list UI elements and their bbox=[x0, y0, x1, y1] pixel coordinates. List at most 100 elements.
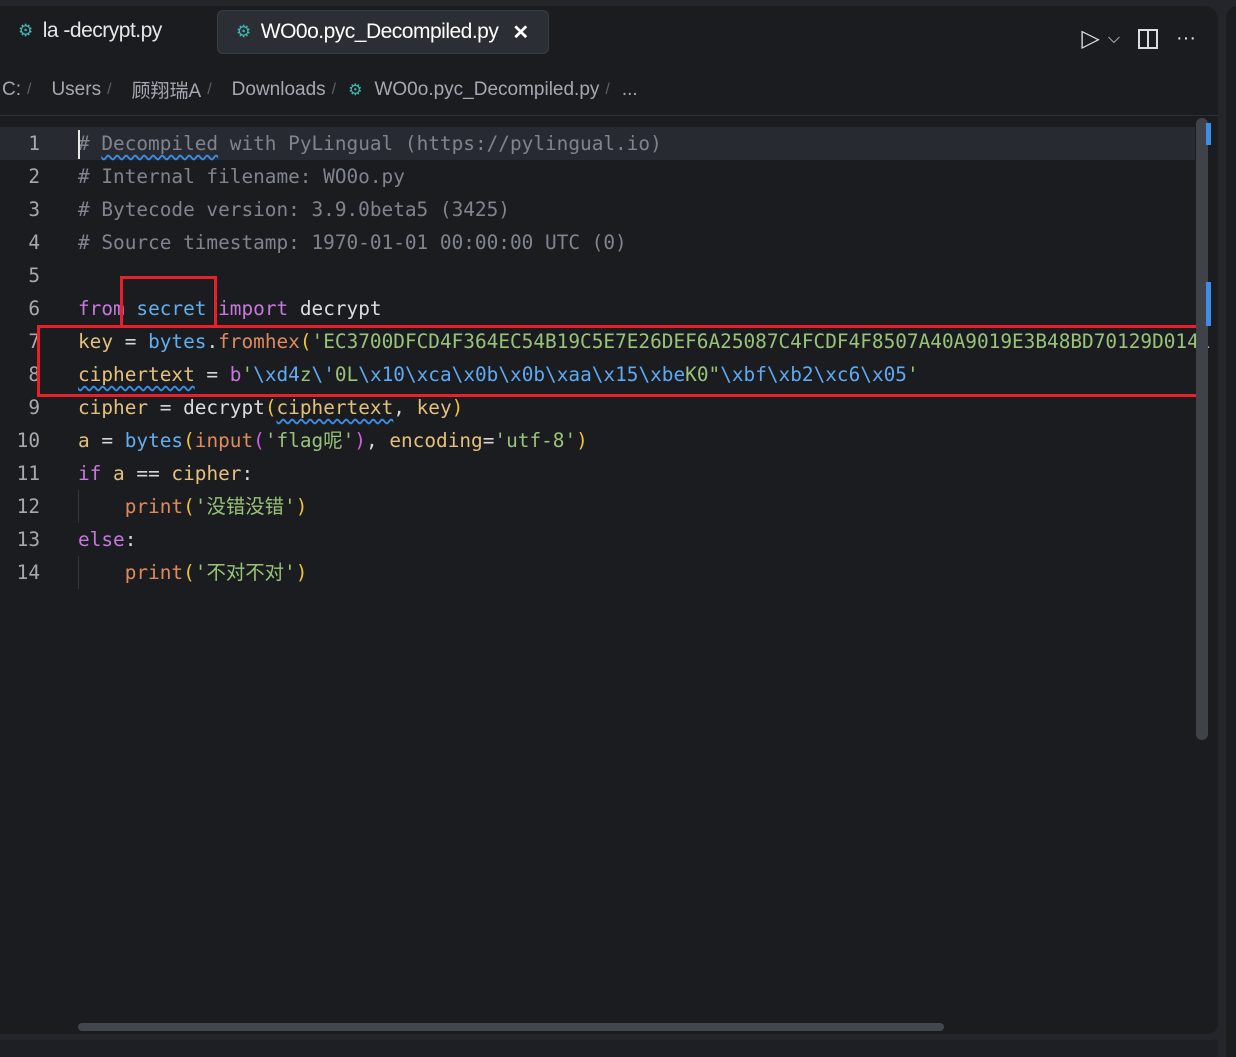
code-token: fromhex bbox=[218, 330, 300, 353]
code-token: : bbox=[241, 462, 254, 485]
code-line[interactable]: 6 from secret import decrypt bbox=[0, 292, 1195, 325]
code-token: b bbox=[229, 363, 242, 386]
text-cursor bbox=[78, 130, 80, 159]
code-text: # Internal filename: WO0o.py bbox=[78, 160, 405, 193]
code-line[interactable]: 8 ciphertext = b'\xd4z\'0L\x10\xca\x0b\x0… bbox=[0, 358, 1195, 391]
code-token: \xbf\xb2\xc6\x05 bbox=[720, 363, 907, 386]
code-token: encoding bbox=[389, 429, 483, 452]
code-token: ) bbox=[354, 429, 366, 452]
code-token: print bbox=[124, 561, 184, 584]
code-token: a bbox=[101, 462, 137, 485]
code-token: bytes bbox=[124, 429, 184, 452]
code-token: ) bbox=[295, 561, 308, 584]
line-number: 6 bbox=[28, 297, 40, 320]
chevron-down-icon[interactable]: ⌵ bbox=[1108, 30, 1120, 48]
breadcrumb-item[interactable]: 顾翔瑞A bbox=[132, 76, 202, 103]
code-line[interactable]: 3 # Bytecode version: 3.9.0beta5 (3425) bbox=[0, 193, 1195, 226]
run-icon[interactable]: ▷ bbox=[1081, 24, 1099, 53]
code-line[interactable]: 9 cipher = decrypt(ciphertext, key) bbox=[0, 391, 1195, 424]
code-token: cipher bbox=[171, 462, 242, 485]
code-token: ) bbox=[451, 396, 464, 419]
code-token: # Bytecode version: 3.9.0beta5 (3425) bbox=[78, 198, 510, 221]
code-token: ) bbox=[650, 132, 662, 155]
divider bbox=[0, 115, 1218, 116]
code-token: 0L bbox=[334, 363, 359, 386]
code-line[interactable]: 13 else: bbox=[0, 523, 1195, 556]
code-token: Decompiled bbox=[101, 132, 219, 155]
code-line[interactable]: 2 # Internal filename: WO0o.py bbox=[0, 160, 1195, 193]
code-token: secret bbox=[136, 297, 207, 320]
tab-wo0o-decompiled[interactable]: ⚙ WO0o.pyc_Decompiled.py ✕ bbox=[217, 10, 549, 54]
code-token: = bbox=[113, 330, 149, 353]
line-number: 5 bbox=[28, 264, 40, 287]
code-token: with PyLingual ( bbox=[218, 132, 417, 155]
breadcrumb: C: / Users / 顾翔瑞A / Downloads / ⚙ WO0o.pyc_D… bbox=[2, 76, 638, 103]
code-token: decrypt bbox=[288, 297, 382, 320]
code-text: ciphertext = b'\xd4z\'0L\x10\xca\x0b\x0b… bbox=[78, 358, 919, 391]
code-token: decrypt bbox=[183, 396, 265, 419]
code-token: ciphertext bbox=[276, 396, 394, 419]
code-text: from secret import decrypt bbox=[78, 292, 382, 325]
code-token: ' bbox=[241, 363, 254, 386]
line-number: 8 bbox=[28, 363, 40, 386]
breadcrumb-item[interactable]: Users bbox=[51, 79, 101, 101]
code-token: = bbox=[194, 363, 230, 386]
code-token: K0" bbox=[685, 363, 721, 386]
code-token: \x10\xca\x0b\x0b\xaa\x15\xbe bbox=[358, 363, 686, 386]
tab-la-decrypt[interactable]: ⚙ la -decrypt.py bbox=[0, 10, 162, 52]
line-number: 14 bbox=[16, 561, 40, 584]
python-icon: ⚙ bbox=[236, 22, 251, 41]
line-number: 4 bbox=[28, 231, 40, 254]
breadcrumb-item[interactable]: ... bbox=[622, 79, 638, 101]
code-token: if bbox=[78, 462, 102, 485]
line-number: 12 bbox=[16, 495, 40, 518]
code-line[interactable]: 4 # Source timestamp: 1970-01-01 00:00:00… bbox=[0, 226, 1195, 259]
code-token: # Source timestamp: 1970-01-01 00:00:00 … bbox=[78, 231, 627, 254]
code-token: = bbox=[89, 429, 125, 452]
code-token: import bbox=[218, 297, 289, 320]
python-icon: ⚙ bbox=[18, 21, 33, 40]
code-token: bytes bbox=[148, 330, 207, 353]
code-token: https://pylingual.io bbox=[416, 132, 651, 155]
breadcrumb-item[interactable]: C: bbox=[2, 79, 21, 101]
more-icon[interactable]: ··· bbox=[1176, 27, 1196, 50]
code-token: key bbox=[78, 330, 114, 353]
scrollbar-marker bbox=[1206, 123, 1211, 145]
code-token: '没错没错' bbox=[194, 495, 296, 518]
code-text: print('没错没错') bbox=[78, 490, 308, 523]
code-line[interactable]: 10 a = bytes(input('flag呢'), encoding='ut… bbox=[0, 424, 1195, 457]
code-token: , bbox=[365, 429, 390, 452]
code-token: ( bbox=[183, 561, 195, 584]
breadcrumb-item[interactable]: WO0o.pyc_Decompiled.py bbox=[374, 79, 599, 101]
breadcrumb-item[interactable]: Downloads bbox=[232, 79, 326, 101]
code-token: ( bbox=[264, 396, 277, 419]
code-token: cipher bbox=[78, 396, 149, 419]
code-line[interactable]: 11 if a == cipher: bbox=[0, 457, 1195, 490]
vertical-scrollbar[interactable] bbox=[1196, 118, 1208, 740]
code-text: else: bbox=[78, 523, 136, 556]
code-line[interactable]: 12 print('没错没错') bbox=[0, 490, 1195, 523]
code-line[interactable]: 7 key = bytes.fromhex('EC3700DFCD4F364EC5… bbox=[0, 325, 1210, 358]
code-token: 'flag呢' bbox=[264, 429, 355, 452]
split-editor-icon[interactable] bbox=[1138, 28, 1159, 49]
code-text: if a == cipher: bbox=[78, 457, 253, 490]
line-number: 11 bbox=[16, 462, 40, 485]
code-line[interactable]: 5 bbox=[0, 259, 1195, 292]
code-token: 'EC3700DFCD4F364EC54B19C5E7E26DEF6A25087… bbox=[311, 330, 1211, 353]
code-token: z bbox=[299, 363, 312, 386]
close-icon[interactable]: ✕ bbox=[512, 20, 529, 45]
code-line[interactable]: 14 print('不对不对') bbox=[0, 556, 1195, 589]
status-bar bbox=[0, 1040, 1218, 1057]
horizontal-scrollbar[interactable] bbox=[78, 1023, 944, 1031]
code-token: \xd4 bbox=[253, 363, 300, 386]
code-token: == bbox=[136, 462, 172, 485]
code-token: ( bbox=[183, 495, 195, 518]
code-line[interactable]: 1 # Decompiled with PyLingual (https://py… bbox=[0, 127, 1195, 160]
line-number: 9 bbox=[28, 396, 40, 419]
code-token: # bbox=[78, 132, 102, 155]
code-text: # Decompiled with PyLingual (https://pyl… bbox=[78, 127, 662, 160]
